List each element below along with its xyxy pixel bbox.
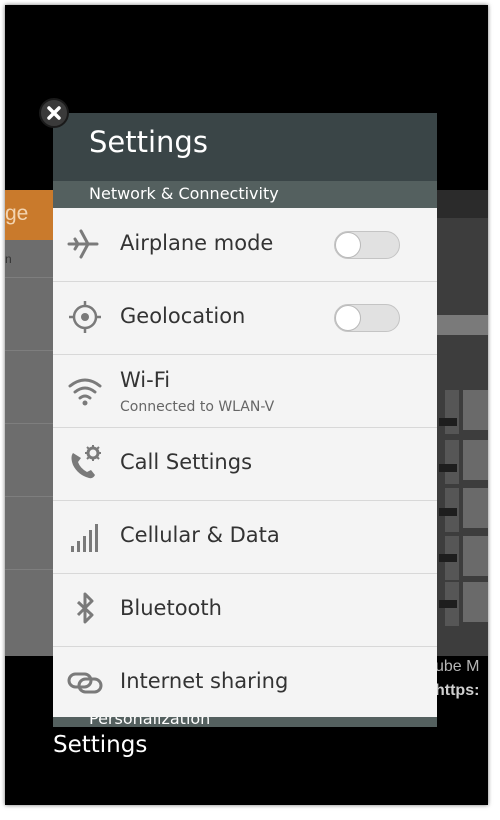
card-caption: Settings bbox=[53, 732, 148, 758]
settings-item-airplane-mode[interactable]: Airplane mode bbox=[53, 208, 437, 282]
toggle-knob bbox=[335, 232, 361, 258]
settings-item-label: Internet sharing bbox=[120, 669, 289, 693]
settings-header: Settings bbox=[53, 113, 437, 181]
geolocation-toggle[interactable] bbox=[334, 304, 400, 332]
device-screen: ge n ube M https: Settings Network & Con… bbox=[5, 5, 488, 805]
settings-item-label: Airplane mode bbox=[120, 231, 274, 255]
background-app-row-text: n bbox=[5, 252, 12, 266]
signal-bars-icon bbox=[67, 518, 103, 554]
background-app-text: ube M bbox=[435, 658, 480, 675]
video-duration-badge bbox=[439, 508, 457, 516]
background-app-toolbar bbox=[437, 190, 488, 218]
divider bbox=[5, 350, 53, 351]
settings-item-label: Call Settings bbox=[120, 450, 253, 474]
crosshair-icon bbox=[67, 299, 103, 335]
settings-item-geolocation[interactable]: Geolocation bbox=[53, 281, 437, 355]
video-info bbox=[463, 582, 488, 622]
close-icon bbox=[47, 106, 61, 120]
background-app-header: ge bbox=[5, 190, 53, 240]
wifi-status-text: Connected to WLAN-V bbox=[120, 399, 275, 415]
background-app-header-text: ge bbox=[5, 202, 29, 225]
link-icon bbox=[67, 664, 103, 700]
settings-item-label: Geolocation bbox=[120, 304, 246, 328]
video-thumbnail bbox=[445, 390, 459, 434]
background-app-url: https: bbox=[435, 682, 480, 699]
airplane-mode-toggle[interactable] bbox=[334, 231, 400, 259]
wifi-icon bbox=[67, 372, 103, 408]
settings-item-label: Cellular & Data bbox=[120, 523, 280, 547]
background-app-caption: ube M https: bbox=[435, 656, 488, 706]
airplane-icon bbox=[67, 226, 103, 262]
settings-item-label: Bluetooth bbox=[120, 596, 222, 620]
video-duration-badge bbox=[439, 554, 457, 562]
divider bbox=[5, 569, 53, 570]
background-app-card-right[interactable] bbox=[437, 190, 488, 656]
video-thumbnail bbox=[445, 440, 459, 484]
video-duration-badge bbox=[439, 418, 457, 426]
phone-gear-icon bbox=[67, 445, 103, 481]
toggle-knob bbox=[335, 305, 361, 331]
video-duration-badge bbox=[439, 600, 457, 608]
section-header-personalization: Personalization bbox=[53, 717, 437, 727]
divider bbox=[5, 496, 53, 497]
settings-item-internet-sharing[interactable]: Internet sharing bbox=[53, 646, 437, 720]
video-info bbox=[463, 536, 488, 576]
video-duration-badge bbox=[439, 464, 457, 472]
settings-app-card[interactable]: Settings Network & Connectivity Airplane… bbox=[53, 113, 437, 727]
bluetooth-icon bbox=[67, 591, 103, 627]
divider bbox=[5, 423, 53, 424]
settings-item-cellular-data[interactable]: Cellular & Data bbox=[53, 500, 437, 574]
settings-item-bluetooth[interactable]: Bluetooth bbox=[53, 573, 437, 647]
page-title: Settings bbox=[89, 125, 208, 159]
background-app-card-left[interactable]: ge n bbox=[5, 190, 53, 656]
close-card-button[interactable] bbox=[39, 98, 69, 128]
settings-item-call-settings[interactable]: Call Settings bbox=[53, 427, 437, 501]
settings-item-label: Wi-Fi bbox=[120, 368, 171, 392]
section-label: Personalization bbox=[89, 717, 211, 727]
video-info bbox=[463, 488, 488, 528]
settings-item-wifi[interactable]: Wi-Fi Connected to WLAN-V bbox=[53, 354, 437, 428]
section-header-network: Network & Connectivity bbox=[53, 181, 437, 208]
video-info bbox=[463, 440, 488, 480]
divider bbox=[5, 277, 53, 278]
video-info bbox=[463, 390, 488, 430]
background-app-tabbar bbox=[437, 315, 488, 335]
section-label: Network & Connectivity bbox=[89, 184, 279, 203]
